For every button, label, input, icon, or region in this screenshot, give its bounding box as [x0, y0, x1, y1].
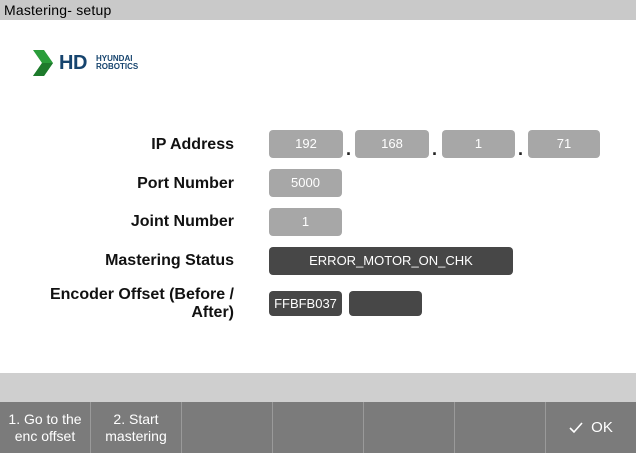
encoder-offset-label: Encoder Offset (Before / After) [50, 286, 234, 322]
encoder-before-field: FFBFB037 [269, 291, 342, 316]
ip-address-label: IP Address [151, 136, 234, 153]
fbtn-1-line2: enc offset [14, 427, 76, 444]
mastering-status-field: ERROR_MOTOR_ON_CHK [269, 247, 513, 275]
port-number-field[interactable]: 5000 [269, 169, 342, 197]
checkmark-icon [569, 421, 583, 433]
logo-line2: ROBOTICS [96, 62, 139, 71]
joint-number-label: Joint Number [130, 213, 234, 230]
function-key-bar: 1. Go to the enc offset 2. Start masteri… [0, 402, 636, 453]
ip-octet-4-field[interactable]: 71 [528, 130, 600, 158]
ok-label: OK [591, 419, 613, 436]
joint-number-field[interactable]: 1 [269, 208, 342, 236]
function-key-3[interactable] [182, 402, 273, 453]
mastering-status-label: Mastering Status [105, 252, 234, 269]
function-key-5[interactable] [364, 402, 455, 453]
logo-chevron-icon [33, 50, 53, 76]
logo-subtitle: HYUNDAI ROBOTICS [96, 55, 138, 71]
fbtn-1-line1: 1. Go to the [8, 410, 82, 427]
fbtn-2-line2: mastering [105, 427, 167, 444]
fbtn-2-line1: 2. Start [113, 410, 159, 427]
ip-octet-2-field[interactable]: 168 [355, 130, 429, 158]
ok-button[interactable]: OK [546, 402, 636, 453]
footer-spacer [0, 373, 636, 402]
start-mastering-button[interactable]: 2. Start mastering [91, 402, 182, 453]
port-number-label: Port Number [137, 175, 234, 192]
go-to-enc-offset-button[interactable]: 1. Go to the enc offset [0, 402, 91, 453]
ip-separator: . [518, 139, 524, 159]
ip-octet-3-field[interactable]: 1 [442, 130, 515, 158]
encoder-offset-label-line2: After) [191, 304, 234, 321]
ip-separator: . [346, 139, 352, 159]
encoder-after-field [349, 291, 422, 316]
ip-octet-1-field[interactable]: 192 [269, 130, 343, 158]
logo-brand: HD [59, 52, 87, 74]
function-key-6[interactable] [455, 402, 546, 453]
function-key-4[interactable] [273, 402, 364, 453]
window-title: Mastering- setup [0, 0, 636, 20]
encoder-offset-label-line1: Encoder Offset (Before / [49, 286, 234, 303]
ip-separator: . [432, 139, 438, 159]
